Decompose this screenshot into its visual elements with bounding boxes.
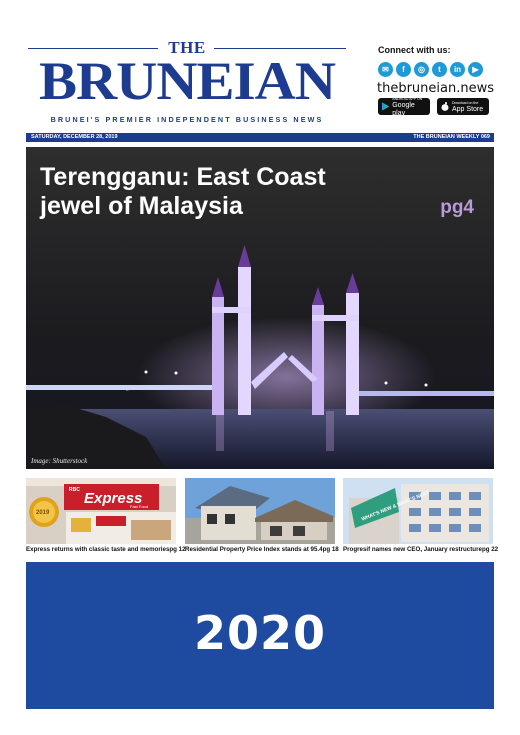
- linkedin-icon[interactable]: in: [450, 62, 465, 77]
- hero-photo-credit: Image: Shutterstock: [31, 457, 88, 465]
- connect-label: Connect with us:: [378, 45, 451, 55]
- story-caption[interactable]: Residential Property Price Index stands …: [185, 546, 339, 553]
- ad-year: 2020: [193, 606, 327, 660]
- app-store-badge[interactable]: Download on the App Store: [437, 98, 489, 115]
- property-photo: [185, 478, 335, 544]
- story-page: pg 12: [169, 546, 186, 553]
- app-store-large: App Store: [452, 105, 484, 113]
- masthead-tagline: BRUNEI'S PREMIER INDEPENDENT BUSINESS NE…: [50, 115, 324, 124]
- issue-date: SATURDAY, DECEMBER 28, 2019: [31, 134, 118, 140]
- apple-icon: [441, 102, 449, 111]
- express-photo: RBC Express Fast Food 2019: [26, 478, 176, 544]
- story-page: pg 22: [481, 546, 499, 553]
- story-thumb-progresif[interactable]: WHAT'S NEW & WHAT'S NEXT: [343, 478, 493, 544]
- google-play-badge[interactable]: ANDROID APP ON Google play: [378, 97, 430, 117]
- hero-headline[interactable]: Terengganu: East Coast jewel of Malaysia: [40, 163, 370, 221]
- twitter-icon[interactable]: t: [432, 62, 447, 77]
- story-title[interactable]: Progresif names new CEO, January restruc…: [343, 546, 482, 553]
- hero-page-ref[interactable]: pg4: [440, 197, 474, 219]
- facebook-icon[interactable]: f: [396, 62, 411, 77]
- hero-story[interactable]: Terengganu: East Coast jewel of Malaysia…: [26, 147, 494, 469]
- express-prefix: RBC: [69, 487, 80, 493]
- social-icons: ✉ f ◎ t in ▶: [378, 62, 483, 77]
- website-link[interactable]: thebruneian.news: [377, 81, 494, 96]
- date-bar: SATURDAY, DECEMBER 28, 2019 THE BRUNEIAN…: [26, 133, 494, 142]
- instagram-icon[interactable]: ◎: [414, 62, 429, 77]
- youtube-icon[interactable]: ▶: [468, 62, 483, 77]
- story-page: pg 18: [322, 546, 339, 553]
- edition-number: THE BRUNEIAN WEEKLY 069: [413, 134, 490, 140]
- story-title[interactable]: Residential Property Price Index stands …: [185, 546, 323, 553]
- masthead-rule-left: [28, 48, 158, 49]
- story-title[interactable]: Express returns with classic taste and m…: [26, 546, 169, 553]
- story-caption[interactable]: Progresif names new CEO, January restruc…: [343, 546, 499, 553]
- story-thumb-property[interactable]: [185, 478, 335, 544]
- story-thumb-express[interactable]: RBC Express Fast Food 2019: [26, 478, 176, 544]
- advertisement[interactable]: 2020: [26, 562, 494, 709]
- google-play-large: Google play: [392, 101, 415, 117]
- google-play-icon: [382, 102, 390, 111]
- masthead-rule-right: [214, 48, 346, 49]
- messenger-icon[interactable]: ✉: [378, 62, 393, 77]
- express-badge: 2019: [36, 510, 50, 516]
- express-sub: Fast Food: [130, 504, 148, 509]
- progresif-photo: WHAT'S NEW & WHAT'S NEXT: [343, 478, 493, 544]
- story-caption[interactable]: Express returns with classic taste and m…: [26, 546, 186, 553]
- masthead-title[interactable]: BRUNEIAN: [26, 53, 348, 111]
